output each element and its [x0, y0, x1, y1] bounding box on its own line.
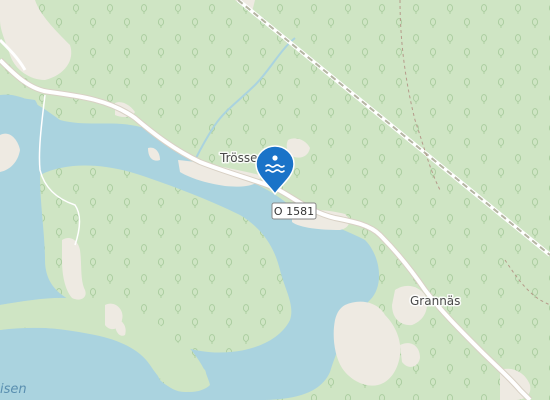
water-label: isen	[0, 382, 27, 397]
road-shield-label: O 1581	[274, 205, 314, 218]
map-view[interactable]: O 1581 Trössed Grannäs isen	[0, 0, 550, 400]
place-label-grannas: Grannäs	[410, 294, 460, 308]
road-shield: O 1581	[271, 202, 317, 220]
map-canvas: O 1581 Trössed Grannäs isen	[0, 0, 550, 400]
